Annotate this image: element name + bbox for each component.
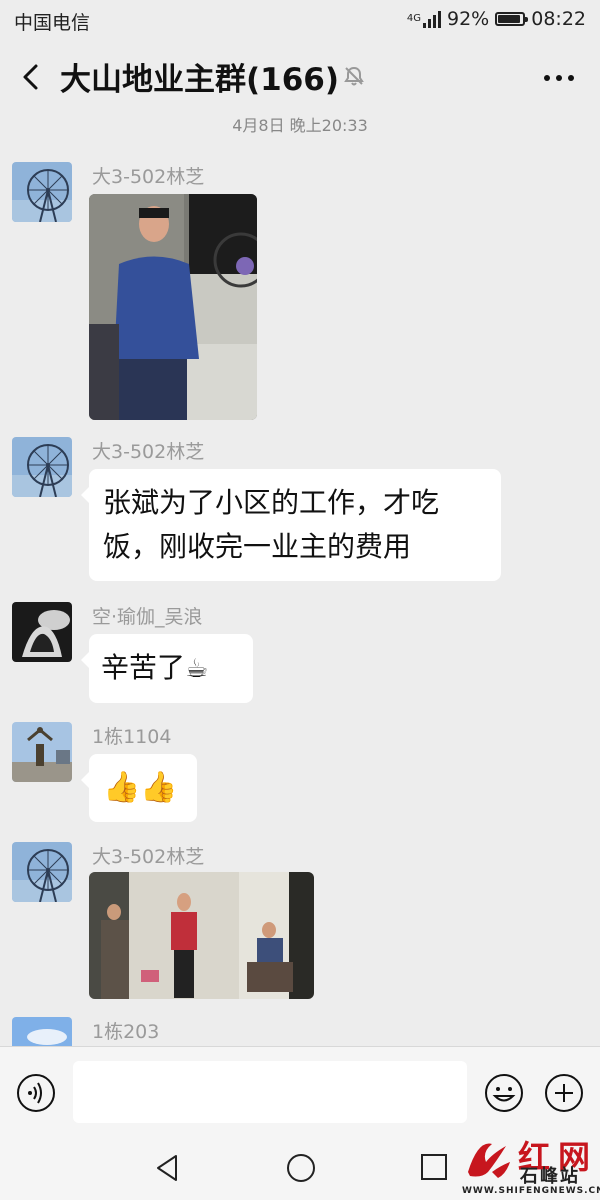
avatar[interactable] — [12, 602, 72, 662]
photo-message[interactable] — [89, 872, 314, 999]
sender-name: 1栋203 — [92, 1021, 160, 1043]
network-label: 4G — [406, 13, 421, 24]
avatar[interactable] — [12, 162, 72, 222]
message-timestamp: 4月8日 晚上20:33 — [232, 116, 368, 135]
message-item: 空·瑜伽_吴浪 辛苦了☕ — [12, 602, 582, 704]
status-indicators: 4G 92% 08:22 — [407, 8, 586, 30]
text-bubble[interactable]: 辛苦了☕ — [81, 634, 253, 703]
emoji-bubble[interactable]: 👍👍 — [81, 754, 197, 822]
emoji-button[interactable] — [484, 1073, 524, 1113]
message-text-line: 辛苦了 — [101, 651, 186, 684]
avatar[interactable] — [12, 842, 72, 902]
emoji-icon — [485, 1074, 523, 1112]
signal-icon — [423, 10, 441, 28]
thumbs-up-icon: 👍👍 — [103, 770, 178, 805]
sender-name: 大3-502林芝 — [92, 441, 205, 463]
avatar[interactable] — [12, 1017, 72, 1046]
text-bubble[interactable]: 张斌为了小区的工作，才吃 饭，刚收完一业主的费用 — [81, 469, 501, 581]
bell-off-icon — [344, 66, 364, 86]
message-input[interactable] — [73, 1061, 467, 1123]
sender-name: 空·瑜伽_吴浪 — [92, 606, 203, 628]
more-icon — [544, 75, 574, 81]
red-net-logo-icon — [468, 1143, 510, 1178]
status-bar: 中国电信 4G 92% 08:22 — [0, 0, 600, 40]
message-item: 大3-502林芝 — [12, 842, 582, 1002]
chat-title: 大山地业主群(166) — [60, 62, 340, 98]
battery-percent: 92% — [447, 8, 490, 30]
battery-icon — [495, 12, 529, 26]
message-item: 1栋1104 👍👍 — [12, 722, 582, 824]
ferris-wheel-photo — [12, 437, 72, 497]
sender-name: 大3-502林芝 — [92, 166, 205, 188]
watermark-url: WWW.SHIFENGNEWS.CN — [462, 1186, 600, 1196]
sky-photo — [12, 1017, 72, 1046]
plus-icon — [545, 1074, 583, 1112]
voice-button[interactable] — [16, 1073, 56, 1113]
sender-name: 1栋1104 — [92, 726, 172, 748]
more-button[interactable] — [542, 68, 576, 88]
message-input-bar — [0, 1046, 600, 1137]
back-button[interactable] — [14, 58, 48, 96]
carrier-label: 中国电信 — [14, 12, 91, 34]
photo-room-meeting — [89, 872, 314, 999]
message-text-line: 张斌为了小区的工作，才吃 — [103, 486, 440, 519]
statue-photo — [12, 722, 72, 782]
clock: 08:22 — [531, 8, 586, 30]
message-text-line: 饭，刚收完一业主的费用 — [103, 530, 412, 563]
avatar[interactable] — [12, 437, 72, 497]
nav-home-icon[interactable] — [285, 1152, 317, 1184]
sender-name: 大3-502林芝 — [92, 846, 205, 868]
ferris-wheel-photo — [12, 162, 72, 222]
nav-back-icon[interactable] — [152, 1152, 182, 1184]
message-item: 大3-502林芝 — [12, 162, 582, 422]
message-item: 1栋203 — [12, 1017, 582, 1046]
voice-icon — [17, 1074, 55, 1112]
photo-message[interactable] — [89, 194, 257, 420]
more-actions-button[interactable] — [544, 1073, 584, 1113]
avatar[interactable] — [12, 722, 72, 782]
message-item: 大3-502林芝 张斌为了小区的工作，才吃 饭，刚收完一业主的费用 — [12, 437, 582, 587]
watermark-subtitle: 石峰站 — [520, 1166, 580, 1187]
chat-header: 大山地业主群(166) — [0, 40, 600, 112]
chevron-left-icon — [23, 64, 38, 90]
coffee-emoji: ☕ — [185, 654, 209, 684]
watermark: 红网 石峰站 WWW.SHIFENGNEWS.CN — [462, 1132, 600, 1198]
ferris-wheel-photo — [12, 842, 72, 902]
yoga-photo — [12, 602, 72, 662]
nav-recent-icon[interactable] — [420, 1153, 448, 1181]
photo-man-eating — [89, 194, 257, 420]
